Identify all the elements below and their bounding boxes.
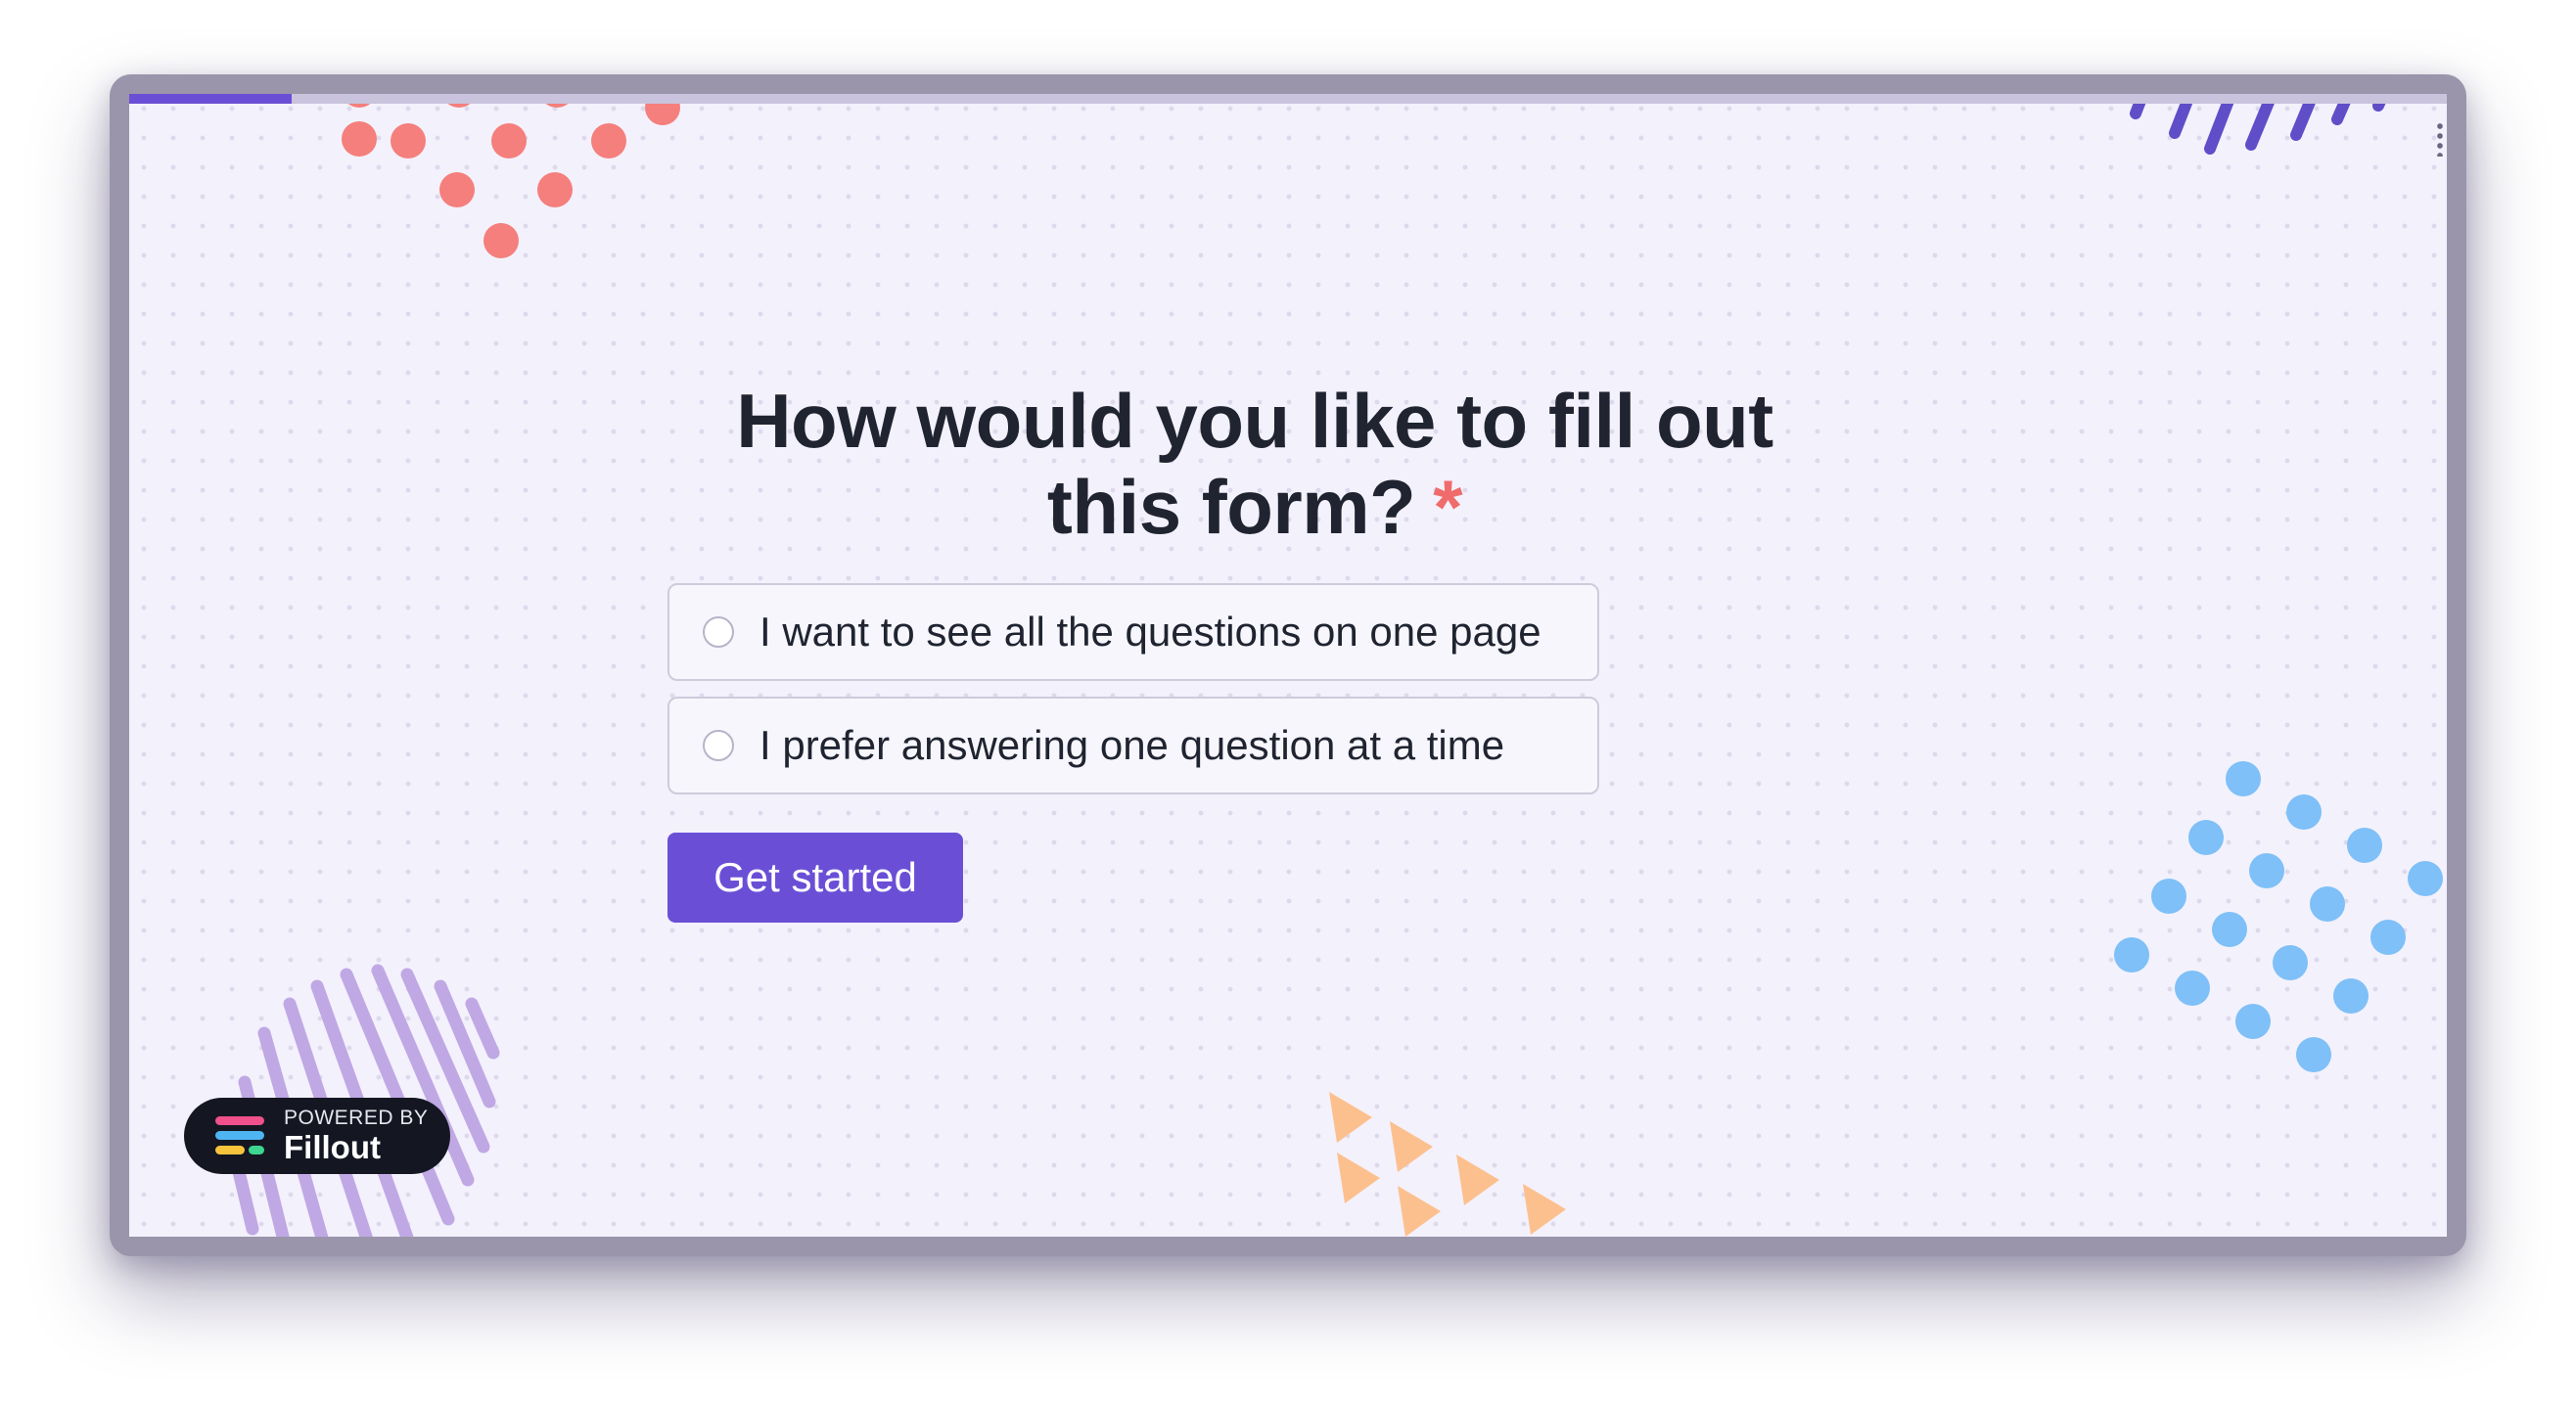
option-one-page[interactable]: I want to see all the questions on one p… — [667, 583, 1599, 681]
progress-bar — [129, 94, 2447, 104]
progress-fill — [129, 94, 292, 104]
answer-options: I want to see all the questions on one p… — [667, 583, 1599, 810]
option-one-at-a-time[interactable]: I prefer answering one question at a tim… — [667, 697, 1599, 794]
get-started-button[interactable]: Get started — [667, 833, 963, 923]
fillout-logo-icon — [215, 1114, 264, 1157]
browser-window: How would you like to fill out this form… — [110, 74, 2466, 1256]
radio-button[interactable] — [703, 730, 734, 761]
option-label: I prefer answering one question at a tim… — [759, 722, 1505, 768]
peach-triangles-decoration — [1329, 1092, 1566, 1237]
drag-handle-icon[interactable] — [2437, 121, 2443, 157]
powered-by-label: POWERED BY — [284, 1107, 429, 1129]
form-page: How would you like to fill out this form… — [129, 94, 2447, 1237]
form-content: How would you like to fill out this form… — [667, 378, 1842, 923]
blue-dots-decoration — [2114, 761, 2443, 1072]
powered-by-badge[interactable]: POWERED BY Fillout — [184, 1098, 450, 1174]
badge-text: POWERED BY Fillout — [284, 1107, 428, 1165]
option-label: I want to see all the questions on one p… — [759, 609, 1541, 655]
required-asterisk: * — [1433, 464, 1463, 550]
radio-button[interactable] — [703, 616, 734, 648]
coral-dots-decoration — [342, 94, 680, 258]
question-title: How would you like to fill out this form… — [667, 378, 1842, 550]
brand-name: Fillout — [284, 1129, 381, 1165]
question-title-text: How would you like to fill out this form… — [736, 378, 1773, 550]
